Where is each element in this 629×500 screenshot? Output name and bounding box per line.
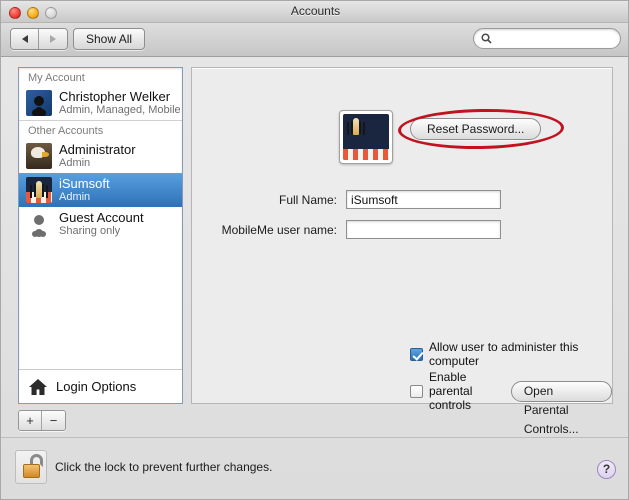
window-title: Accounts [290, 4, 341, 18]
title-bar: Accounts [1, 1, 628, 23]
group-header-other-accounts: Other Accounts [28, 125, 104, 137]
forward-arrow-icon [50, 35, 56, 43]
full-name-row: Full Name: [192, 190, 501, 209]
toolbar: Show All [1, 23, 628, 57]
login-options-row[interactable]: Login Options [19, 369, 182, 403]
reset-password-button[interactable]: Reset Password... [410, 118, 542, 140]
account-name: Christopher Welker [59, 89, 171, 104]
home-icon [29, 378, 47, 395]
search-input[interactable] [496, 32, 614, 45]
padlock-icon [23, 464, 40, 478]
add-remove-account-buttons: + − [18, 410, 66, 431]
account-row-guest-account[interactable]: Guest Account Sharing only [19, 207, 182, 241]
accounts-list[interactable]: My Account Christopher Welker Admin, Man… [18, 67, 183, 404]
lock-button[interactable] [15, 450, 47, 484]
avatar-icon [26, 90, 52, 116]
full-name-label: Full Name: [278, 192, 337, 207]
account-row-christopher-welker[interactable]: Christopher Welker Admin, Managed, Mobil… [19, 86, 182, 120]
account-name: iSumsoft [59, 176, 110, 191]
show-all-button[interactable]: Show All [73, 28, 146, 50]
forward-button [39, 29, 67, 49]
mobileme-user-name-input[interactable] [346, 220, 501, 239]
account-role: Sharing only [59, 224, 121, 237]
add-account-button[interactable]: + [19, 411, 42, 430]
accounts-preference-window: Accounts Show All My Account Christopher… [0, 0, 629, 500]
avatar-icon [26, 177, 52, 203]
mobileme-user-name-row: MobileMe user name: [192, 220, 501, 239]
back-button[interactable] [11, 29, 39, 49]
allow-administer-checkbox[interactable] [410, 347, 423, 361]
account-detail-panel: Reset Password... Full Name: MobileMe us… [191, 67, 613, 436]
account-role: Admin [59, 156, 91, 169]
back-arrow-icon [21, 35, 28, 43]
footer-divider [1, 437, 628, 438]
enable-parental-controls-label: Enable parental controls [429, 370, 473, 412]
remove-account-button[interactable]: − [42, 411, 65, 430]
avatar-icon [26, 143, 52, 169]
allow-administer-label: Allow user to administer this computer [429, 340, 579, 368]
search-icon [481, 33, 492, 44]
preference-body: My Account Christopher Welker Admin, Man… [1, 57, 628, 499]
full-name-input[interactable] [346, 190, 501, 209]
account-role: Admin, Managed, Mobile [59, 103, 181, 116]
login-options-label: Login Options [56, 379, 137, 394]
group-header-my-account: My Account [28, 72, 85, 84]
help-button[interactable]: ? [597, 460, 616, 479]
account-picture-image [343, 114, 389, 160]
enable-parental-controls-row[interactable]: Enable parental controls Open Parental C… [410, 370, 612, 436]
avatar-icon [26, 211, 52, 237]
navigation-buttons [10, 28, 68, 50]
mobileme-user-name-label: MobileMe user name: [221, 222, 337, 237]
enable-parental-controls-checkbox[interactable] [410, 384, 423, 398]
account-name: Administrator [59, 142, 136, 157]
allow-administer-row[interactable]: Allow user to administer this computer [410, 340, 612, 368]
account-row-administrator[interactable]: Administrator Admin [19, 139, 182, 173]
account-role: Admin [59, 190, 91, 203]
account-name: Guest Account [59, 210, 144, 225]
search-field[interactable] [473, 28, 621, 49]
reset-password-area: Reset Password... [397, 107, 565, 151]
open-parental-controls-button[interactable]: Open Parental Controls... [510, 380, 612, 436]
lock-status-text: Click the lock to prevent further change… [55, 460, 273, 474]
account-picture-button[interactable] [339, 110, 393, 164]
account-row-isumsoft[interactable]: iSumsoft Admin [19, 173, 182, 207]
